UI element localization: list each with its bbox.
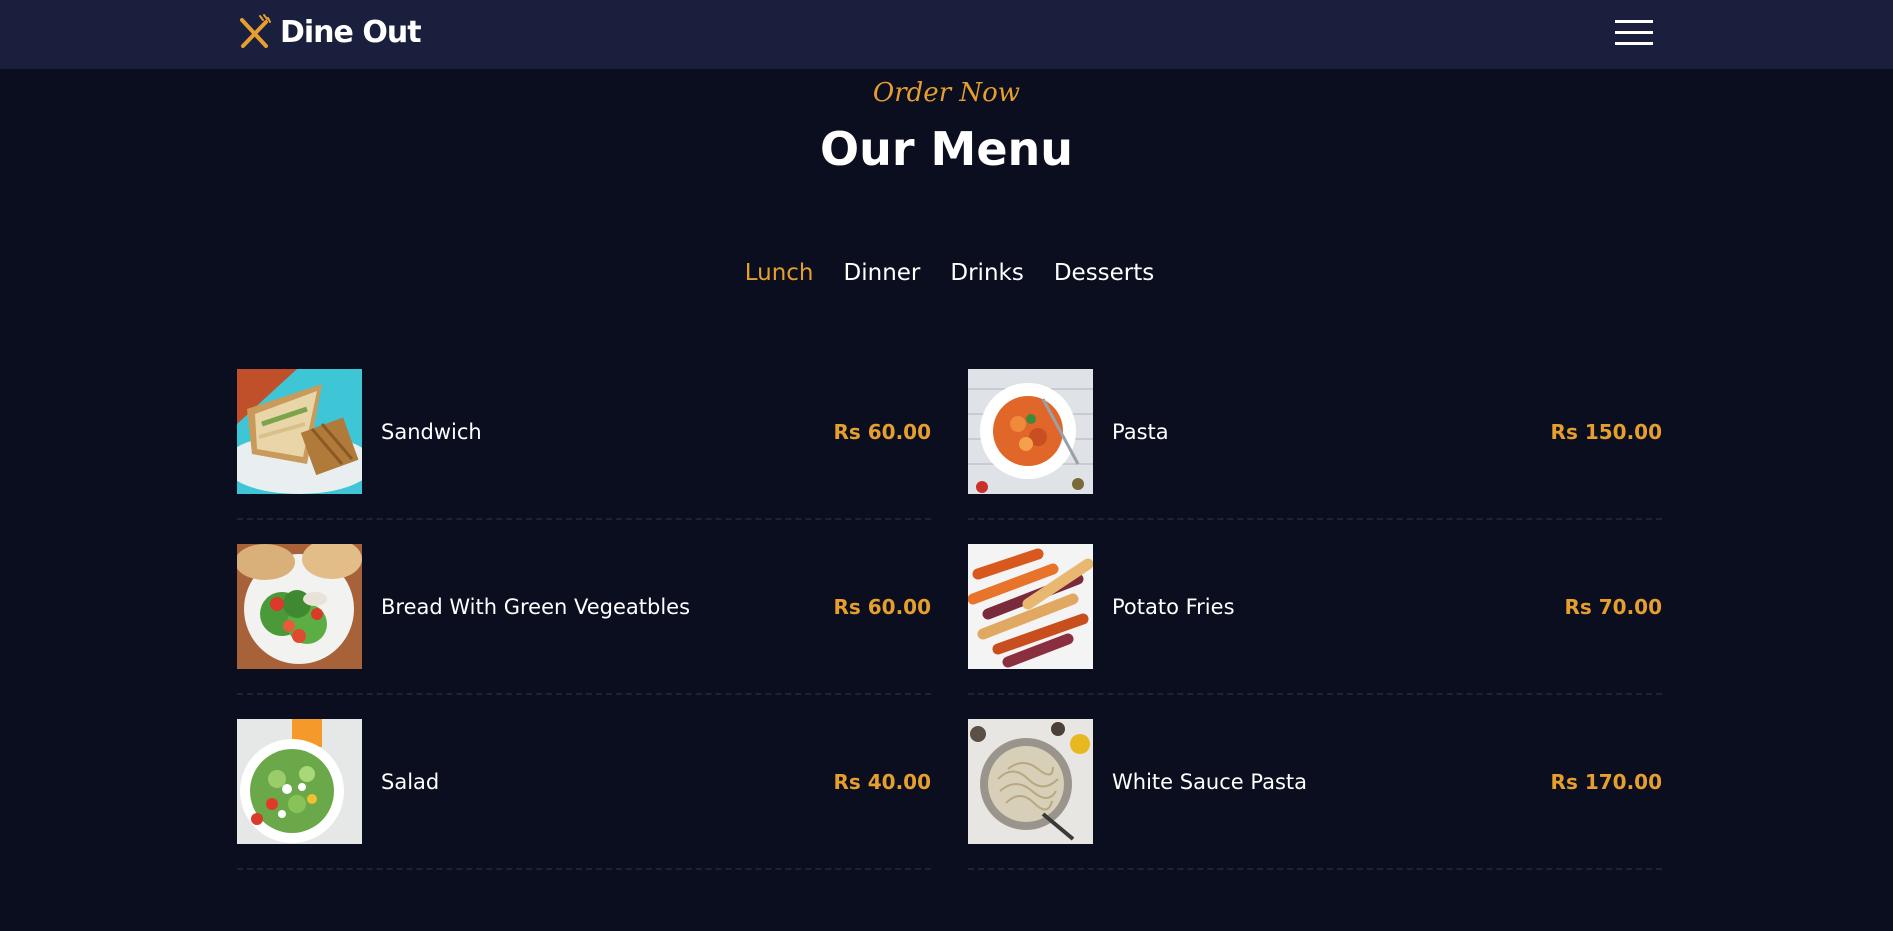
menu-item-price: Rs 170.00 (1550, 769, 1662, 794)
divider (968, 868, 1662, 870)
potato-fries-image[interactable] (968, 544, 1093, 669)
fork-knife-icon (240, 14, 271, 48)
white-sauce-pasta-image[interactable] (968, 719, 1093, 844)
section-title: Our Menu (819, 122, 1074, 176)
pasta-image[interactable] (968, 369, 1093, 494)
menu-item: Bread With Green Vegeatbles Rs 60.00 (237, 544, 931, 695)
menu-item-name: Pasta (1112, 419, 1169, 444)
tab-drinks[interactable]: Drinks (950, 260, 1023, 286)
sandwich-image[interactable] (237, 369, 362, 494)
hamburger-line (1615, 31, 1653, 34)
tab-desserts[interactable]: Desserts (1054, 260, 1154, 286)
salad-image[interactable] (237, 719, 362, 844)
menu-item-name: Potato Fries (1112, 594, 1235, 619)
brand-logo[interactable]: Dine Out (236, 14, 422, 50)
menu-item: Pasta Rs 150.00 (968, 369, 1662, 520)
menu-item-name: White Sauce Pasta (1112, 769, 1308, 794)
divider (237, 693, 931, 695)
divider (237, 868, 931, 870)
menu-item: Sandwich Rs 60.00 (237, 369, 931, 520)
menu-item-price: Rs 60.00 (833, 419, 931, 444)
menu-item: White Sauce Pasta Rs 170.00 (968, 719, 1662, 870)
menu-item-price: Rs 60.00 (833, 594, 931, 619)
hamburger-menu-icon[interactable] (1615, 20, 1653, 46)
divider (237, 518, 931, 520)
hamburger-line (1615, 20, 1653, 23)
navbar: Dine Out (0, 0, 1893, 69)
menu-item: Potato Fries Rs 70.00 (968, 544, 1662, 695)
hamburger-line (1615, 42, 1653, 45)
menu-tabs: Lunch Dinner Drinks Desserts (0, 260, 1893, 286)
bread-salad-image[interactable] (237, 544, 362, 669)
brand-name: Dine Out (280, 14, 422, 50)
divider (968, 518, 1662, 520)
section-subtitle: Order Now (872, 78, 1021, 108)
menu-item-price: Rs 150.00 (1550, 419, 1662, 444)
menu-item-price: Rs 40.00 (833, 769, 931, 794)
tab-dinner[interactable]: Dinner (844, 260, 921, 286)
menu-item-name: Sandwich (381, 419, 482, 444)
divider (968, 693, 1662, 695)
menu-item: Salad Rs 40.00 (237, 719, 931, 870)
menu-item-price: Rs 70.00 (1564, 594, 1662, 619)
menu-item-name: Salad (381, 769, 440, 794)
menu-item-name: Bread With Green Vegeatbles (381, 594, 691, 619)
tab-lunch[interactable]: Lunch (745, 260, 814, 286)
